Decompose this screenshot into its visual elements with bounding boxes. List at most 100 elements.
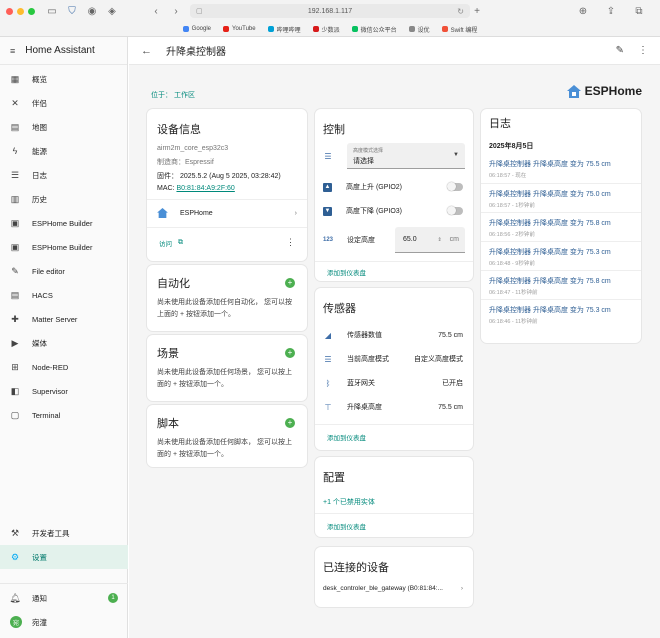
gear-icon: ⚙: [10, 551, 20, 562]
sidebar-item-companion[interactable]: ✕ 伴侣: [0, 91, 127, 115]
breadcrumb[interactable]: 位于： 工作区: [151, 90, 195, 100]
bookmark-google[interactable]: Google: [182, 26, 211, 32]
minimize-window-button[interactable]: [17, 7, 24, 15]
tools-icon: ✕: [11, 97, 19, 108]
sidebar-item-terminal[interactable]: ▢ Terminal: [0, 403, 127, 427]
shield-icon[interactable]: ⛉: [65, 4, 79, 18]
mac-address-link[interactable]: B0:81:84:A9:2F:60: [176, 185, 234, 192]
new-tab-icon[interactable]: +: [470, 4, 484, 18]
bookmark-sspai[interactable]: 少数派: [312, 25, 340, 34]
sensors-add-to-dashboard[interactable]: 添加到仪表盘: [327, 432, 366, 442]
download-icon[interactable]: ⊕: [576, 4, 590, 18]
divider: [481, 183, 641, 184]
logbook-date: 2025年8月5日: [489, 143, 534, 150]
script-title: 脚本: [157, 418, 179, 430]
log-entry[interactable]: 升降桌控制器 升降桌高度 变为 75.3 cm 06:18:46 - 11秒钟前: [489, 305, 633, 325]
disabled-entities-link[interactable]: +1 个已禁用实体: [323, 497, 375, 507]
log-entry[interactable]: 升降桌控制器 升降桌高度 变为 75.5 cm 06:18:57 - 现在: [489, 159, 633, 179]
sidebar-item-media[interactable]: ▶ 媒体: [0, 331, 127, 355]
profile-icon[interactable]: ◈: [105, 4, 119, 18]
bookmark-sheyou[interactable]: 设优: [408, 25, 430, 34]
lightning-icon: ϟ: [12, 146, 18, 156]
sidebar-item-esphome-builder[interactable]: ▣ ESPHome Builder: [0, 211, 127, 235]
sidebar-item-esphome-builder-2[interactable]: ▣ ESPHome Builder: [0, 235, 127, 259]
address-bar[interactable]: ▢ 192.168.1.117 ↻: [190, 4, 470, 18]
sidebar-item-supervisor[interactable]: ◧ Supervisor: [0, 379, 127, 403]
hammer-icon: ⚒: [10, 527, 20, 538]
log-entry[interactable]: 升降桌控制器 升降桌高度 变为 75.3 cm 06:18:48 - 9秒钟前: [489, 247, 633, 267]
sensor-row[interactable]: ⊤ 升降桌高度 75.5 cm: [323, 402, 463, 412]
divider: [147, 199, 307, 200]
sidebar-item-profile[interactable]: 宛宛潼: [0, 610, 128, 634]
connected-device-row[interactable]: desk_controler_ble_gateway (B0:81:84:...…: [323, 585, 463, 592]
menu-collapse-icon[interactable]: ≡: [10, 46, 15, 56]
sidebar-item-map[interactable]: ▤ 地图: [0, 115, 127, 139]
edit-pencil-icon[interactable]: ✎: [616, 45, 624, 56]
height-down-toggle[interactable]: [447, 206, 463, 215]
sidebar-item-settings[interactable]: ⚙ 设置: [0, 545, 128, 569]
map-icon: ▤: [10, 121, 20, 132]
stepper-icon[interactable]: ⇕: [437, 237, 441, 243]
add-automation-icon[interactable]: +: [285, 278, 295, 288]
sidebar-item-file-editor[interactable]: ✎ File editor: [0, 259, 127, 283]
google-icon: [182, 26, 189, 32]
sensor-row[interactable]: ◢ 传感器数值 75.5 cm: [323, 330, 463, 340]
config-add-to-dashboard[interactable]: 添加到仪表盘: [327, 521, 366, 531]
sidebar-item-notifications[interactable]: 🔔︎ 通知 1: [0, 586, 128, 610]
height-up-toggle[interactable]: [447, 182, 463, 191]
bookmark-bilibili[interactable]: 哔哩哔哩: [267, 25, 301, 34]
sidebar-item-matter-server[interactable]: ✚ Matter Server: [0, 307, 127, 331]
numeric-icon: 123: [323, 237, 334, 243]
add-scene-icon[interactable]: +: [285, 348, 295, 358]
back-nav-icon[interactable]: ‹: [149, 4, 163, 18]
share-icon[interactable]: ⇪: [604, 4, 618, 18]
back-arrow-icon[interactable]: ←: [141, 45, 152, 57]
sidebar-bottom: ⚒ 开发者工具 ⚙ 设置: [0, 521, 128, 569]
open-external-icon[interactable]: ⧉: [178, 239, 183, 247]
control-add-to-dashboard[interactable]: 添加到仪表盘: [327, 267, 366, 277]
bluetooth-icon: ᛒ: [325, 378, 331, 388]
mode-select[interactable]: 高度模式选择 请选择 ▼: [347, 143, 465, 169]
bookmark-swift[interactable]: Swift 编程: [441, 25, 477, 34]
tabs-overview-icon[interactable]: ⧉: [632, 4, 646, 18]
forward-nav-icon[interactable]: ›: [169, 4, 183, 18]
sidebar-toggle-icon[interactable]: ▭: [45, 4, 59, 18]
sidebar-item-logbook[interactable]: ☰ 日志: [0, 163, 127, 187]
sensor-row[interactable]: ☰ 当前高度模式 自定义高度模式: [323, 354, 463, 364]
mode-select-label: 高度模式选择: [353, 148, 384, 154]
integration-row[interactable]: ESPHome ›: [157, 208, 297, 218]
reload-icon[interactable]: ↻: [457, 7, 464, 16]
divider: [147, 227, 307, 228]
page-title: 升降桌控制器: [166, 47, 226, 58]
extension-icon[interactable]: ◉: [85, 4, 99, 18]
sidebar-item-overview[interactable]: ▦ 概览: [0, 67, 127, 91]
notification-badge: 1: [108, 593, 118, 603]
sidebar-item-node-red[interactable]: ⊞ Node-RED: [0, 355, 127, 379]
chart-icon: ▥: [10, 193, 20, 204]
mode-select-value: 请选择: [353, 158, 374, 165]
scene-title: 场景: [157, 348, 179, 360]
dropdown-arrow-icon: ▼: [453, 152, 459, 158]
log-entry[interactable]: 升降桌控制器 升降桌高度 变为 75.8 cm 06:18:47 - 11秒钟前: [489, 276, 633, 296]
zoom-window-button[interactable]: [28, 7, 35, 15]
bookmark-youtube[interactable]: YouTube: [223, 26, 256, 32]
log-entry[interactable]: 升降桌控制器 升降桌高度 变为 75.0 cm 06:18:57 - 1秒钟前: [489, 189, 633, 209]
more-vert-icon[interactable]: ⋮: [638, 45, 648, 56]
sensor-row[interactable]: ᛒ 蓝牙网关 已开启: [323, 378, 463, 388]
sidebar-item-history[interactable]: ▥ 历史: [0, 187, 127, 211]
visit-link[interactable]: 访问: [159, 238, 172, 248]
bookmark-wechat-mp[interactable]: 微信公众平台: [351, 25, 397, 34]
set-height-input[interactable]: 65.0 ⇕ cm: [395, 227, 465, 253]
add-script-icon[interactable]: +: [285, 418, 295, 428]
log-entry[interactable]: 升降桌控制器 升降桌高度 变为 75.8 cm 06:18:56 - 2秒钟前: [489, 218, 633, 238]
app-title: Home Assistant: [25, 45, 95, 56]
more-vert-icon[interactable]: ⋮: [286, 237, 295, 248]
close-window-button[interactable]: [6, 7, 13, 15]
list-icon: ☰: [324, 354, 332, 364]
sidebar-item-energy[interactable]: ϟ 能源: [0, 139, 127, 163]
chevron-up-icon: ▲: [323, 182, 332, 192]
sidebar-item-hacs[interactable]: ▤ HACS: [0, 283, 127, 307]
control-title: 控制: [323, 124, 345, 136]
sidebar-item-dev-tools[interactable]: ⚒ 开发者工具: [0, 521, 128, 545]
device-manufacturer: 制造商：Espressif: [157, 159, 214, 166]
